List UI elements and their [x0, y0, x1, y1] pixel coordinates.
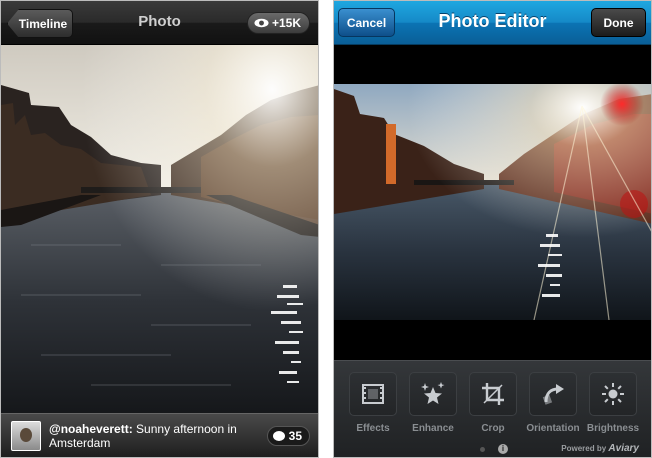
comment-count: 35: [288, 429, 302, 443]
page-indicator-dot: [480, 447, 485, 452]
editor-navbar: Cancel Photo Editor Done: [334, 1, 651, 45]
tool-brightness-box: [589, 372, 637, 416]
speech-bubble-icon: [272, 431, 285, 441]
tool-enhance[interactable]: Enhance: [404, 372, 462, 434]
eye-icon: [254, 18, 269, 28]
tool-orientation-box: [529, 372, 577, 416]
tool-brightness[interactable]: Brightness: [584, 372, 642, 434]
aviary-logo: Aviary: [608, 443, 639, 454]
amsterdam-canal-photo[interactable]: [1, 45, 318, 415]
tool-label: Enhance: [412, 423, 454, 434]
tool-crop-box: [469, 372, 517, 416]
tool-orientation[interactable]: Orientation: [524, 372, 582, 434]
caption-username[interactable]: @noaheverett:: [49, 422, 133, 436]
tool-effects-box: [349, 372, 397, 416]
comments-button[interactable]: 35: [266, 426, 310, 446]
powered-by-aviary: Powered by Aviary: [561, 443, 639, 454]
tool-label: Effects: [356, 423, 390, 434]
tool-crop[interactable]: Crop: [464, 372, 522, 434]
tool-label: Brightness: [586, 423, 640, 434]
tool-enhance-box: [409, 372, 457, 416]
sun-icon: [602, 383, 624, 405]
info-icon[interactable]: i: [498, 444, 508, 454]
tool-label: Crop: [481, 423, 505, 434]
user-avatar[interactable]: [11, 420, 41, 451]
photo-editor-screen: Cancel Photo Editor Done Effects Enhance…: [333, 0, 652, 458]
crop-icon: [482, 383, 504, 405]
screenshot-composite: Timeline Photo +15K @noaheverett: Sunny …: [0, 0, 652, 458]
editing-photo[interactable]: [334, 84, 651, 320]
photo-caption: @noaheverett: Sunny afternoon in Amsterd…: [49, 422, 264, 450]
tool-effects[interactable]: Effects: [344, 372, 402, 434]
views-count: +15K: [271, 16, 301, 30]
caption-bar: @noaheverett: Sunny afternoon in Amsterd…: [1, 413, 318, 457]
powered-by-text: Powered by: [561, 444, 607, 453]
tool-label: Orientation: [526, 423, 580, 434]
photo-navbar: Timeline Photo +15K: [1, 1, 318, 45]
editor-toolbar: Effects Enhance Crop Orientation Brightn…: [334, 360, 651, 457]
rotate-arrow-icon: [542, 384, 564, 405]
sparkle-star-icon: [421, 382, 445, 404]
done-button[interactable]: Done: [591, 8, 646, 37]
film-frame-icon: [362, 384, 384, 404]
photo-viewer-screen: Timeline Photo +15K @noaheverett: Sunny …: [0, 0, 319, 458]
views-count-button[interactable]: +15K: [246, 12, 310, 34]
